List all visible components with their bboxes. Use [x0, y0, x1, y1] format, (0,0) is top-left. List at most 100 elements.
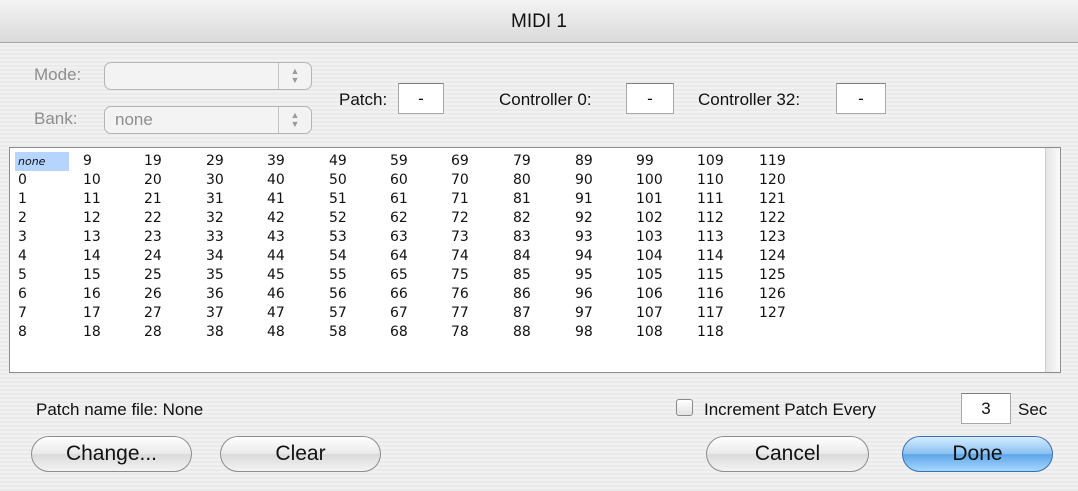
- patch-item[interactable]: 119: [756, 152, 810, 171]
- patch-item[interactable]: 101: [633, 190, 687, 209]
- patch-item[interactable]: 2: [15, 209, 69, 228]
- patch-item[interactable]: 7: [15, 304, 69, 323]
- patch-item[interactable]: 95: [572, 266, 626, 285]
- patch-item[interactable]: 23: [141, 228, 195, 247]
- patch-item[interactable]: 37: [203, 304, 257, 323]
- patch-item[interactable]: 72: [448, 209, 502, 228]
- patch-item[interactable]: 61: [387, 190, 441, 209]
- patch-item[interactable]: 103: [633, 228, 687, 247]
- patch-item[interactable]: 87: [510, 304, 564, 323]
- patch-item[interactable]: 106: [633, 285, 687, 304]
- patch-item[interactable]: 59: [387, 152, 441, 171]
- patch-item[interactable]: 53: [326, 228, 380, 247]
- patch-item[interactable]: 116: [694, 285, 748, 304]
- patch-item[interactable]: 94: [572, 247, 626, 266]
- patch-item[interactable]: 105: [633, 266, 687, 285]
- patch-item[interactable]: 12: [80, 209, 134, 228]
- increment-seconds-field[interactable]: 3: [961, 393, 1011, 424]
- patch-item[interactable]: 34: [203, 247, 257, 266]
- patch-item[interactable]: 90: [572, 171, 626, 190]
- patch-item[interactable]: 33: [203, 228, 257, 247]
- patch-item[interactable]: 29: [203, 152, 257, 171]
- patch-item[interactable]: 30: [203, 171, 257, 190]
- patch-item[interactable]: 88: [510, 323, 564, 342]
- patch-item[interactable]: 127: [756, 304, 810, 323]
- patch-item[interactable]: 27: [141, 304, 195, 323]
- vertical-scrollbar[interactable]: [1045, 148, 1060, 372]
- patch-item[interactable]: 45: [264, 266, 318, 285]
- patch-item[interactable]: 25: [141, 266, 195, 285]
- patch-item[interactable]: 52: [326, 209, 380, 228]
- patch-item[interactable]: 64: [387, 247, 441, 266]
- patch-item[interactable]: 57: [326, 304, 380, 323]
- patch-item[interactable]: 55: [326, 266, 380, 285]
- patch-item[interactable]: 28: [141, 323, 195, 342]
- patch-item[interactable]: 85: [510, 266, 564, 285]
- patch-item[interactable]: 63: [387, 228, 441, 247]
- increment-checkbox[interactable]: [676, 399, 693, 416]
- patch-item[interactable]: 93: [572, 228, 626, 247]
- patch-item[interactable]: 91: [572, 190, 626, 209]
- patch-item[interactable]: 58: [326, 323, 380, 342]
- patch-item[interactable]: 38: [203, 323, 257, 342]
- patch-item[interactable]: 46: [264, 285, 318, 304]
- patch-item[interactable]: 78: [448, 323, 502, 342]
- patch-item[interactable]: 122: [756, 209, 810, 228]
- mode-popup[interactable]: ▲ ▼: [104, 62, 312, 90]
- patch-item[interactable]: 56: [326, 285, 380, 304]
- patch-item[interactable]: 118: [694, 323, 748, 342]
- patch-item[interactable]: 11: [80, 190, 134, 209]
- patch-item[interactable]: 125: [756, 266, 810, 285]
- patch-item[interactable]: 39: [264, 152, 318, 171]
- patch-item[interactable]: 54: [326, 247, 380, 266]
- patch-item[interactable]: 3: [15, 228, 69, 247]
- patch-item[interactable]: 82: [510, 209, 564, 228]
- patch-item[interactable]: 79: [510, 152, 564, 171]
- patch-item[interactable]: 9: [80, 152, 134, 171]
- patch-item[interactable]: 97: [572, 304, 626, 323]
- patch-item[interactable]: 24: [141, 247, 195, 266]
- patch-item[interactable]: 111: [694, 190, 748, 209]
- patch-item[interactable]: 43: [264, 228, 318, 247]
- patch-item[interactable]: 124: [756, 247, 810, 266]
- patch-item[interactable]: none: [15, 152, 69, 171]
- patch-item[interactable]: 81: [510, 190, 564, 209]
- patch-field[interactable]: -: [398, 83, 444, 114]
- patch-item[interactable]: 70: [448, 171, 502, 190]
- patch-item[interactable]: 99: [633, 152, 687, 171]
- patch-item[interactable]: 10: [80, 171, 134, 190]
- patch-item[interactable]: 69: [448, 152, 502, 171]
- patch-item[interactable]: 123: [756, 228, 810, 247]
- done-button[interactable]: Done: [902, 436, 1053, 472]
- patch-item[interactable]: 40: [264, 171, 318, 190]
- patch-item[interactable]: 1: [15, 190, 69, 209]
- patch-item[interactable]: 42: [264, 209, 318, 228]
- patch-item[interactable]: 115: [694, 266, 748, 285]
- patch-item[interactable]: 17: [80, 304, 134, 323]
- patch-item[interactable]: 50: [326, 171, 380, 190]
- patch-item[interactable]: 41: [264, 190, 318, 209]
- patch-item[interactable]: 65: [387, 266, 441, 285]
- patch-item[interactable]: 15: [80, 266, 134, 285]
- patch-item[interactable]: 67: [387, 304, 441, 323]
- patch-item[interactable]: 71: [448, 190, 502, 209]
- patch-item[interactable]: 74: [448, 247, 502, 266]
- patch-item[interactable]: 83: [510, 228, 564, 247]
- patch-item[interactable]: 120: [756, 171, 810, 190]
- patch-item[interactable]: 113: [694, 228, 748, 247]
- patch-item[interactable]: 26: [141, 285, 195, 304]
- patch-item[interactable]: 109: [694, 152, 748, 171]
- patch-item[interactable]: 107: [633, 304, 687, 323]
- patch-item[interactable]: 98: [572, 323, 626, 342]
- patch-item[interactable]: 110: [694, 171, 748, 190]
- patch-item[interactable]: 104: [633, 247, 687, 266]
- patch-item[interactable]: 5: [15, 266, 69, 285]
- patch-item[interactable]: 100: [633, 171, 687, 190]
- cancel-button[interactable]: Cancel: [706, 436, 869, 472]
- patch-item[interactable]: 112: [694, 209, 748, 228]
- patch-list[interactable]: none 0 1 2 3 4 5 6 7 8 9 10 11 12 13 14 15 16 17 18 19 20 21 22…: [9, 147, 1061, 373]
- patch-item[interactable]: 114: [694, 247, 748, 266]
- patch-item[interactable]: 60: [387, 171, 441, 190]
- patch-item[interactable]: 8: [15, 323, 69, 342]
- patch-item[interactable]: 68: [387, 323, 441, 342]
